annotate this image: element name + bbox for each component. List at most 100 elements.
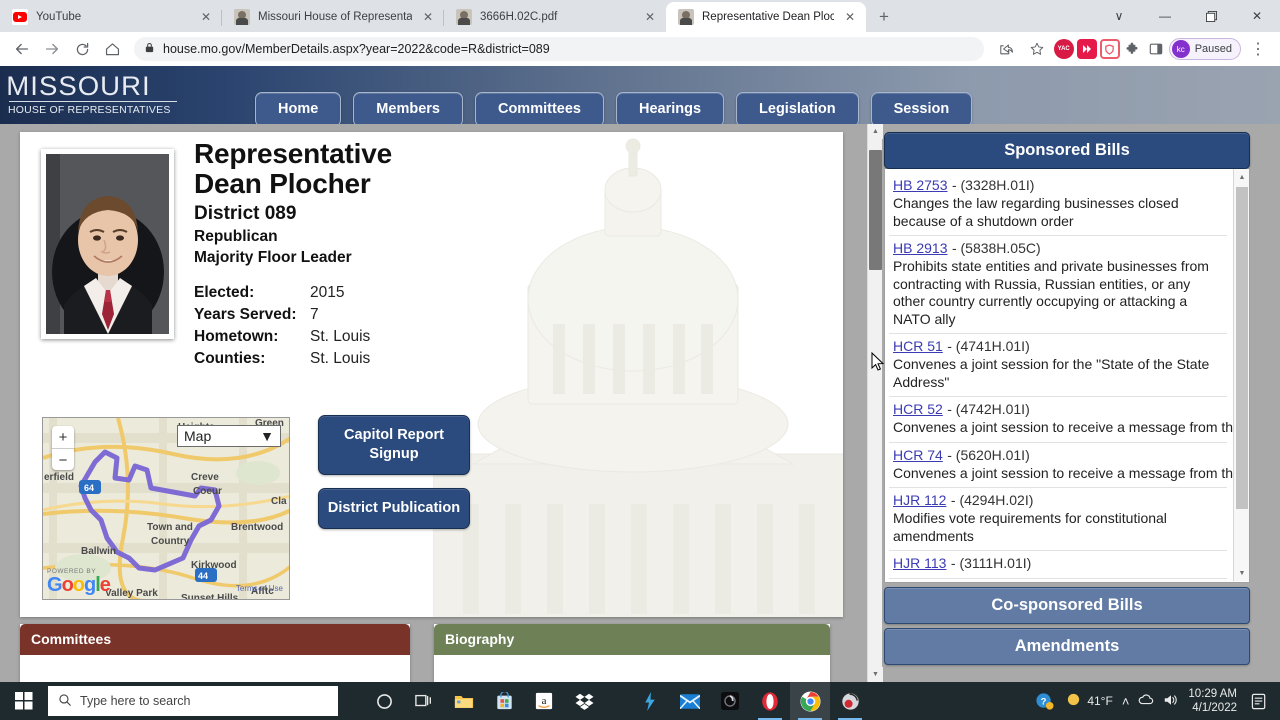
chrome-icon[interactable]: [790, 682, 830, 720]
logo-line-2: HOUSE OF REPRESENTATIVES: [8, 104, 171, 116]
youtube-icon: [12, 9, 28, 25]
bill-item[interactable]: HB 2753 - (3328H.01I) Changes the law re…: [889, 173, 1227, 236]
microsoft-store-icon[interactable]: [484, 682, 524, 720]
opera-icon[interactable]: [750, 682, 790, 720]
tab-close-button[interactable]: ✕: [198, 9, 214, 25]
taskbar-clock[interactable]: 10:29 AM 4/1/2022: [1188, 687, 1237, 715]
shield-extension-icon[interactable]: [1099, 39, 1120, 59]
page-scrollbar[interactable]: ▲ ▼: [867, 124, 883, 682]
help-icon[interactable]: ?: [1031, 692, 1057, 711]
back-icon[interactable]: [8, 35, 36, 63]
star-icon[interactable]: [1023, 35, 1051, 63]
svg-text:Valley Park: Valley Park: [105, 588, 158, 599]
scroll-up-arrow-icon[interactable]: ▲: [868, 124, 883, 139]
tab-close-button[interactable]: ✕: [642, 9, 658, 25]
mail-icon[interactable]: [670, 682, 710, 720]
cosponsored-bills-button[interactable]: Co-sponsored Bills: [884, 587, 1250, 624]
home-icon[interactable]: [98, 35, 126, 63]
search-input[interactable]: Type here to search: [48, 686, 338, 716]
bill-number-link[interactable]: HCR 52: [893, 401, 943, 417]
dark-app-icon[interactable]: [710, 682, 750, 720]
nav-item-home[interactable]: Home: [255, 92, 342, 127]
bill-number-link[interactable]: HJR 112: [893, 492, 946, 508]
amendments-button[interactable]: Amendments: [884, 628, 1250, 665]
bill-item[interactable]: HB 2913 - (5838H.05C) Prohibits state en…: [889, 236, 1227, 334]
member-facts: Elected: 2015 Years Served: 7 Hometown: …: [194, 282, 392, 370]
share-icon[interactable]: [992, 35, 1020, 63]
weather-widget[interactable]: 41°F: [1066, 692, 1113, 710]
tab-title: Representative Dean Plocher: [702, 11, 834, 23]
bill-item[interactable]: HCR 74 - (5620H.01I) Convenes a joint se…: [889, 443, 1249, 488]
sponsored-bills-list[interactable]: HB 2753 - (3328H.01I) Changes the law re…: [884, 169, 1250, 583]
sponsored-bills-scrollbar-thumb[interactable]: [1236, 187, 1248, 509]
bill-item[interactable]: HCR 52 - (4742H.01I) Convenes a joint se…: [889, 397, 1249, 443]
map-terms-link[interactable]: Terms of Use: [236, 584, 283, 593]
fact-counties: Counties: St. Louis: [194, 348, 392, 370]
chrome-menu-icon[interactable]: ⋮: [1244, 35, 1272, 63]
lightning-app-icon[interactable]: [630, 682, 670, 720]
bill-description: Convenes a joint session to receive a me…: [893, 464, 1249, 481]
close-button[interactable]: ✕: [1234, 0, 1280, 32]
map-type-selector[interactable]: Map ▼: [177, 425, 281, 447]
nav-item-members[interactable]: Members: [353, 92, 463, 127]
maximize-button[interactable]: [1188, 0, 1234, 32]
side-panel-icon[interactable]: [1146, 39, 1166, 59]
tab-search-icon[interactable]: ∨: [1096, 0, 1142, 32]
fast-forward-extension-icon[interactable]: [1076, 39, 1097, 59]
bill-number-link[interactable]: HJR 113: [893, 555, 946, 571]
volume-icon[interactable]: [1163, 693, 1179, 710]
map-zoom-controls[interactable]: + −: [52, 426, 74, 470]
bill-item[interactable]: HCR 51 - (4741H.01I) Convenes a joint se…: [889, 334, 1227, 397]
new-tab-button[interactable]: +: [870, 3, 898, 31]
obs-icon[interactable]: [830, 682, 870, 720]
windows-start-icon[interactable]: [0, 682, 48, 720]
file-explorer-icon[interactable]: [444, 682, 484, 720]
bill-number-link[interactable]: HB 2913: [893, 240, 947, 256]
task-view-icon[interactable]: [404, 682, 444, 720]
onedrive-icon[interactable]: [1138, 693, 1154, 710]
sponsored-bills-scrollbar[interactable]: ▲ ▼: [1233, 169, 1249, 581]
dropbox-icon[interactable]: [564, 682, 604, 720]
main-navigation: Home Members Committees Hearings Legisla…: [255, 92, 973, 127]
bill-item[interactable]: HJR 112 - (4294H.02I) Modifies vote requ…: [889, 488, 1227, 551]
district-map[interactable]: Heights Green erfield Creve Coeur Cla To…: [42, 417, 290, 600]
chevron-down-icon: ▼: [260, 428, 274, 444]
site-logo[interactable]: MISSOURI HOUSE OF REPRESENTATIVES: [6, 72, 177, 116]
nav-item-hearings[interactable]: Hearings: [615, 92, 725, 127]
bill-number-link[interactable]: HCR 51: [893, 338, 943, 354]
map-zoom-out-button[interactable]: −: [52, 449, 74, 471]
cortana-icon[interactable]: [364, 682, 404, 720]
browser-tab-dean-plocher[interactable]: Representative Dean Plocher ✕: [666, 2, 866, 32]
nav-item-session[interactable]: Session: [870, 92, 973, 127]
nav-item-committees[interactable]: Committees: [474, 92, 604, 127]
capitol-report-signup-button[interactable]: Capitol Report Signup: [318, 415, 470, 475]
svg-text:Sunset Hills: Sunset Hills: [181, 593, 239, 600]
committees-panel-body: [20, 655, 410, 679]
reload-icon[interactable]: [68, 35, 96, 63]
profile-button[interactable]: kc Paused: [1168, 38, 1241, 60]
amazon-icon[interactable]: a: [524, 682, 564, 720]
browser-tab-missouri-house[interactable]: Missouri House of Representativ ✕: [222, 2, 444, 32]
forward-icon[interactable]: [38, 35, 66, 63]
yac-extension-icon[interactable]: YAC: [1053, 39, 1074, 59]
address-bar[interactable]: house.mo.gov/MemberDetails.aspx?year=202…: [134, 37, 984, 61]
scroll-up-arrow-icon[interactable]: ▲: [1234, 169, 1249, 185]
bill-number-link[interactable]: HCR 74: [893, 447, 943, 463]
tab-close-button[interactable]: ✕: [420, 9, 436, 25]
notification-icon[interactable]: [1246, 693, 1272, 710]
tab-close-button[interactable]: ✕: [842, 9, 858, 25]
nav-item-legislation[interactable]: Legislation: [736, 92, 859, 127]
tray-expand-chevron-icon[interactable]: ˄: [1122, 694, 1130, 709]
browser-tab-youtube[interactable]: YouTube ✕: [0, 2, 222, 32]
scroll-down-arrow-icon[interactable]: ▼: [868, 667, 883, 682]
browser-tab-pdf[interactable]: 3666H.02C.pdf ✕: [444, 2, 666, 32]
minimize-button[interactable]: —: [1142, 0, 1188, 32]
puzzle-extensions-icon[interactable]: [1123, 39, 1143, 59]
scroll-down-arrow-icon[interactable]: ▼: [1234, 565, 1249, 581]
map-zoom-in-button[interactable]: +: [52, 426, 74, 448]
bill-item[interactable]: HJR 113 - (3111H.01I): [889, 551, 1227, 579]
district-publication-button[interactable]: District Publication: [318, 488, 470, 529]
bill-number-link[interactable]: HB 2753: [893, 177, 947, 193]
page-scrollbar-thumb[interactable]: [869, 150, 882, 270]
map-type-label: Map: [184, 428, 212, 444]
